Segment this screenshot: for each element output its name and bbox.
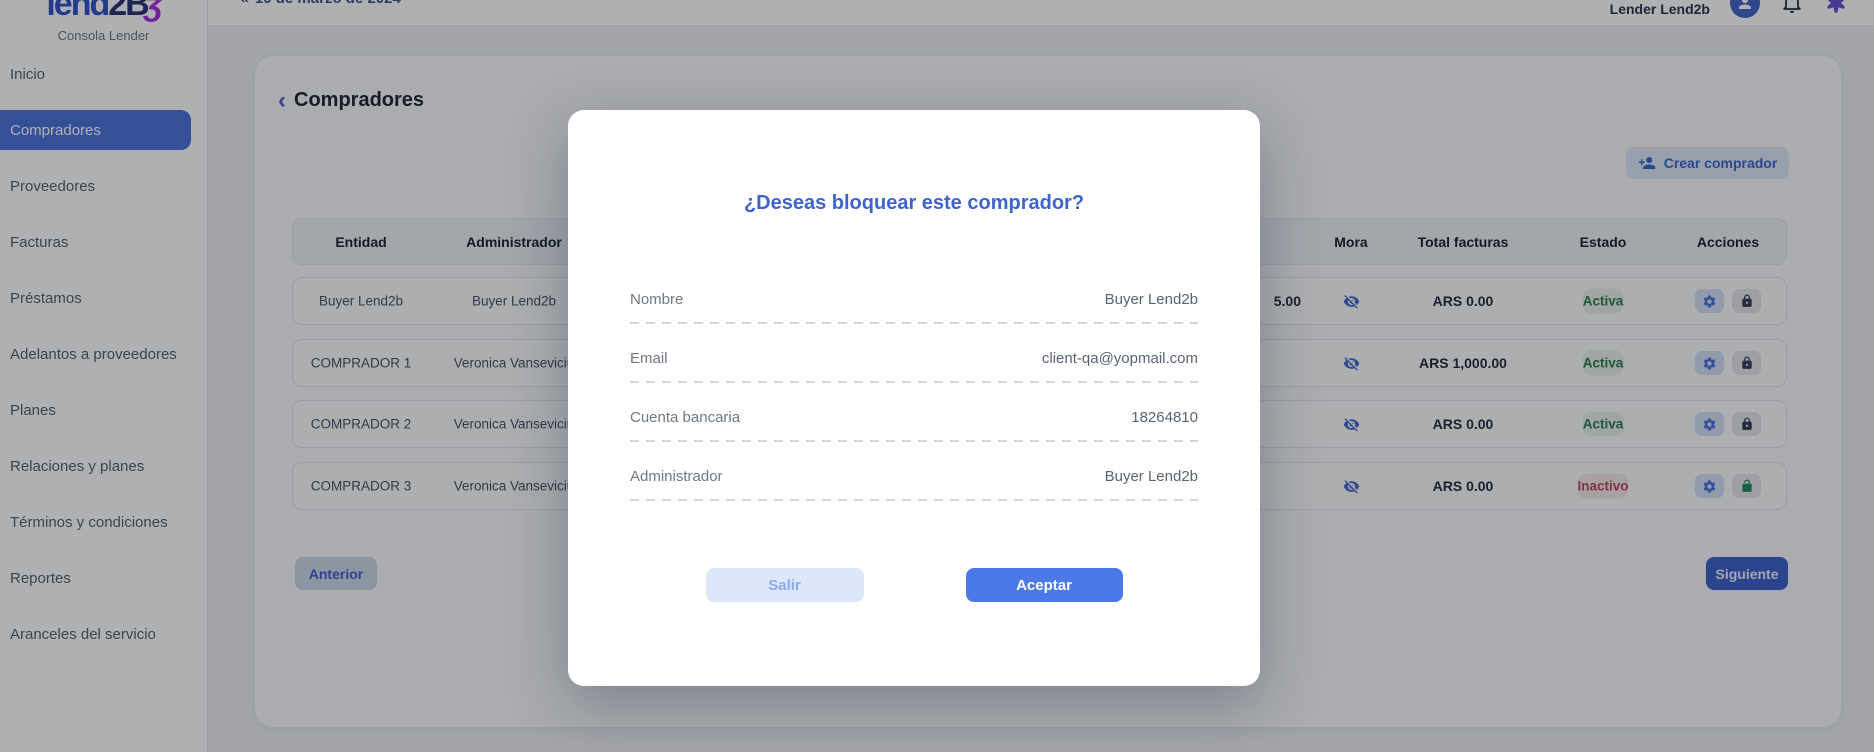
field-cuenta-bancaria: Cuenta bancaria 18264810 bbox=[630, 409, 1198, 442]
confirm-button[interactable]: Aceptar bbox=[966, 568, 1123, 602]
field-label: Administrador bbox=[630, 468, 723, 485]
field-nombre: Nombre Buyer Lend2b bbox=[630, 291, 1198, 324]
cancel-button[interactable]: Salir bbox=[706, 568, 864, 602]
field-label: Cuenta bancaria bbox=[630, 409, 740, 426]
field-label: Email bbox=[630, 350, 668, 367]
field-administrador: Administrador Buyer Lend2b bbox=[630, 468, 1198, 501]
modal-title: ¿Deseas bloquear este comprador? bbox=[568, 192, 1260, 215]
field-value: Buyer Lend2b bbox=[1105, 468, 1198, 485]
app-screen: lend2Bʒ Consola Lender Inicio Compradore… bbox=[0, 0, 1874, 752]
field-label: Nombre bbox=[630, 291, 683, 308]
field-value: client-qa@yopmail.com bbox=[1042, 350, 1198, 367]
modal-fields: Nombre Buyer Lend2b Email client-qa@yopm… bbox=[630, 291, 1198, 527]
dashed-divider bbox=[630, 381, 1198, 383]
field-value: Buyer Lend2b bbox=[1105, 291, 1198, 308]
block-comprador-modal: ¿Deseas bloquear este comprador? Nombre … bbox=[568, 110, 1260, 686]
field-email: Email client-qa@yopmail.com bbox=[630, 350, 1198, 383]
dashed-divider bbox=[630, 322, 1198, 324]
field-value: 18264810 bbox=[1131, 409, 1198, 426]
modal-actions: Salir Aceptar bbox=[568, 568, 1260, 602]
dashed-divider bbox=[630, 440, 1198, 442]
dashed-divider bbox=[630, 499, 1198, 501]
